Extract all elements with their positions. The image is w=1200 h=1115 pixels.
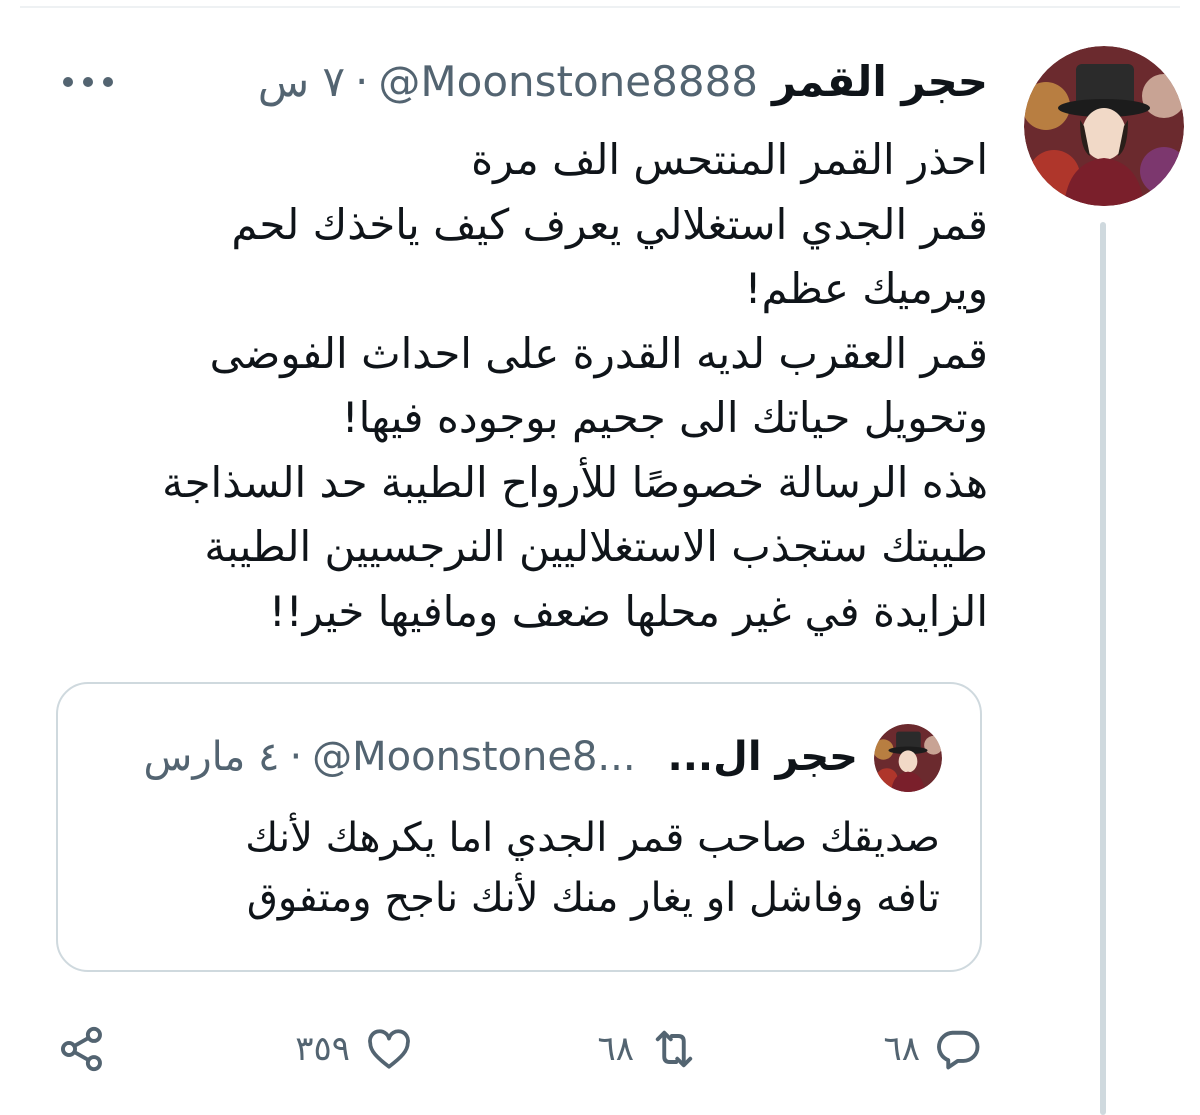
tweet-header: حجر القمر @Moonstone8888 · ٧ س <box>258 56 988 108</box>
author-avatar[interactable] <box>1024 46 1184 206</box>
quoted-avatar-image <box>874 724 942 792</box>
tweet-time[interactable]: ٧ س <box>258 56 345 108</box>
separator-dot: · <box>289 734 303 780</box>
quoted-author-handle: @Moonstone8... <box>312 734 636 780</box>
tweet-text: احذر القمر المنتحس الف مرة قمر الجدي است… <box>128 128 988 644</box>
quoted-tweet-date: ٤ مارس <box>143 734 280 780</box>
more-dots-icon[interactable] <box>60 58 116 106</box>
thread-line <box>1100 222 1106 1115</box>
quoted-text-line: صديقك صاحب قمر الجدي اما يكرهك لأنك <box>245 815 940 861</box>
retweet-button[interactable]: ٦٨ <box>597 1018 702 1080</box>
quoted-tweet-card[interactable]: حجر ال... @Moonstone8... · ٤ مارس صديقك … <box>56 682 982 972</box>
retweet-icon <box>655 1030 693 1068</box>
like-heart-icon <box>368 1029 410 1069</box>
quoted-tweet-header: حجر ال... @Moonstone8... · ٤ مارس <box>143 732 858 782</box>
tweet-text-line: طيبتك ستجذب الاستغلاليين النرجسيين الطيب… <box>204 522 988 571</box>
reply-icon <box>937 1030 980 1070</box>
tweet-text-line: قمر العقرب لديه القدرة على احداث الفوضى <box>209 328 988 378</box>
quoted-author-display-name: حجر ال... <box>667 734 858 780</box>
like-button[interactable]: ٣٥٩ <box>295 1018 416 1080</box>
tweet-text-line: هذه الرسالة خصوصًا للأرواح الطيبة حد الس… <box>162 457 988 507</box>
author-display-name[interactable]: حجر القمر <box>772 56 988 108</box>
share-button[interactable] <box>56 1018 108 1080</box>
like-count: ٣٥٩ <box>295 1029 350 1069</box>
tweet-screen: حجر القمر @Moonstone8888 · ٧ س احذر القم… <box>0 0 1200 1115</box>
avatar-image <box>1024 46 1184 206</box>
tweet-text-line: الزايدة في غير محلها ضعف ومافيها خير!! <box>268 586 988 636</box>
retweet-count: ٦٨ <box>597 1029 634 1069</box>
top-divider <box>20 6 1180 8</box>
tweet-text-line: ويرميك عظم! <box>744 264 988 313</box>
tweet-text-line: قمر الجدي استغلالي يعرف كيف ياخذك لحم <box>231 199 988 249</box>
quoted-tweet-text: صديقك صاحب قمر الجدي اما يكرهك لأنك تافه… <box>100 808 940 928</box>
quoted-text-line: تافه وفاشل او يغار منك لأنك ناجح ومتفوق <box>246 875 940 921</box>
quoted-author-avatar[interactable] <box>874 724 942 792</box>
tweet-text-line: وتحويل حياتك الى جحيم بوجوده فيها! <box>341 393 988 442</box>
tweet-text-line: احذر القمر المنتحس الف مرة <box>471 135 988 184</box>
reply-count: ٦٨ <box>883 1029 920 1069</box>
separator-dot: · <box>355 57 369 106</box>
author-handle[interactable]: @Moonstone8888 <box>378 56 758 108</box>
share-icon <box>60 1026 102 1072</box>
reply-button[interactable]: ٦٨ <box>883 1018 984 1080</box>
